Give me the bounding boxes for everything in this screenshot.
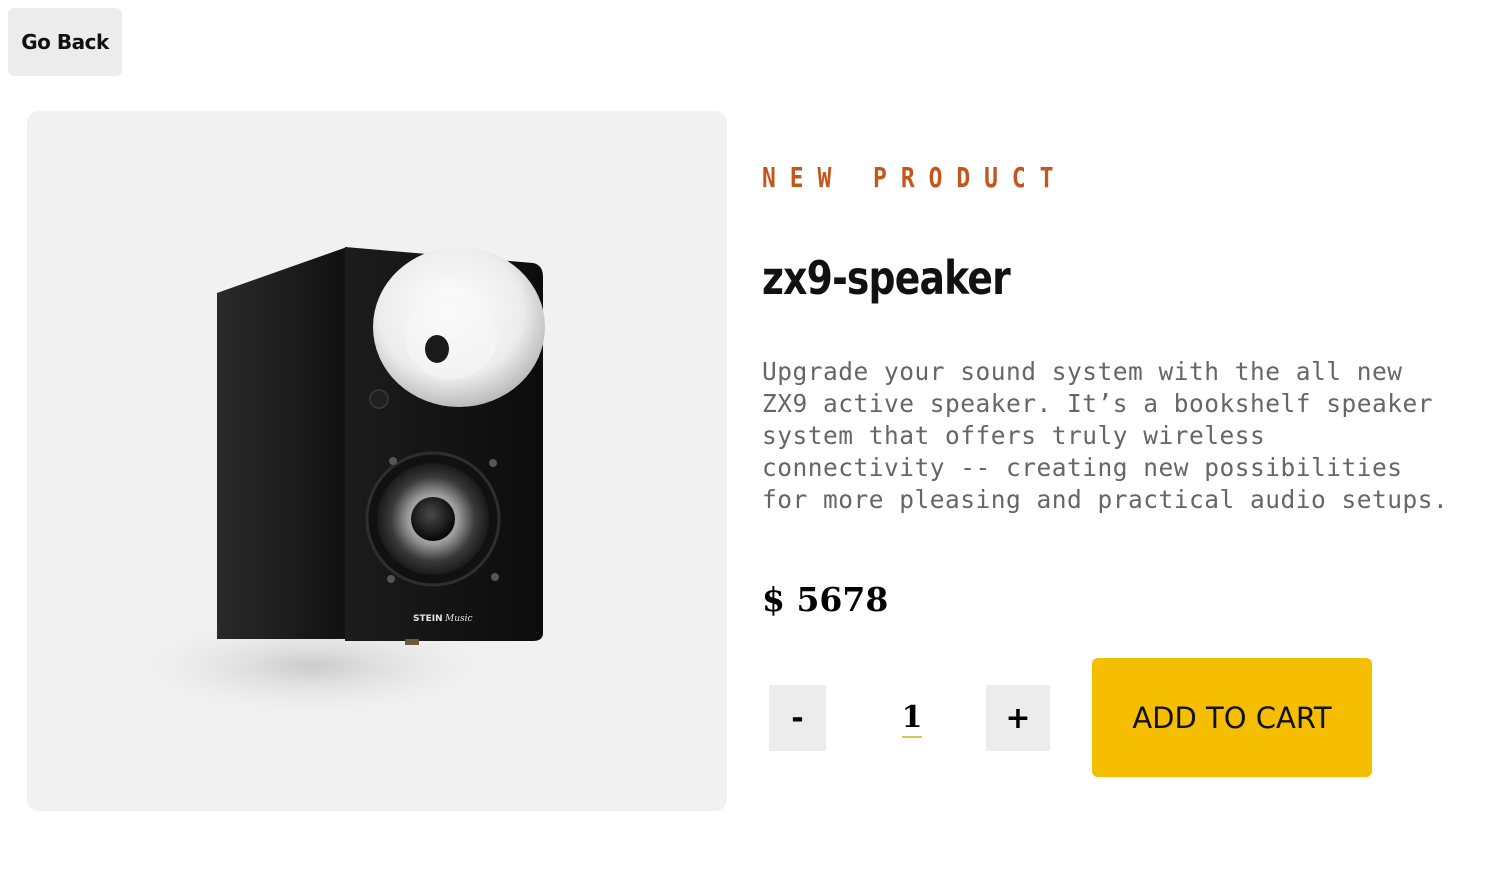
increment-quantity-button[interactable]: +	[986, 685, 1050, 751]
speaker-illustration: STEIN Music	[112, 247, 545, 721]
decrement-quantity-button[interactable]: -	[769, 685, 826, 751]
new-product-label: NEW PRODUCT	[762, 161, 1068, 194]
product-price: $ 5678	[762, 580, 889, 619]
product-title: zx9-speaker	[762, 251, 1011, 305]
brand-logo: STEIN	[413, 614, 443, 624]
product-description: Upgrade your sound system with the all n…	[762, 357, 1449, 514]
go-back-button[interactable]: Go Back	[8, 8, 122, 76]
quantity-number: 1	[901, 700, 923, 738]
product-info: NEW PRODUCT zx9-speaker Upgrade your sou…	[762, 160, 1462, 777]
add-to-cart-button[interactable]: ADD TO CART	[1092, 658, 1372, 777]
product-image: STEIN Music	[27, 111, 727, 811]
quantity-value[interactable]: 1	[862, 685, 962, 751]
svg-text:Music: Music	[444, 614, 473, 624]
